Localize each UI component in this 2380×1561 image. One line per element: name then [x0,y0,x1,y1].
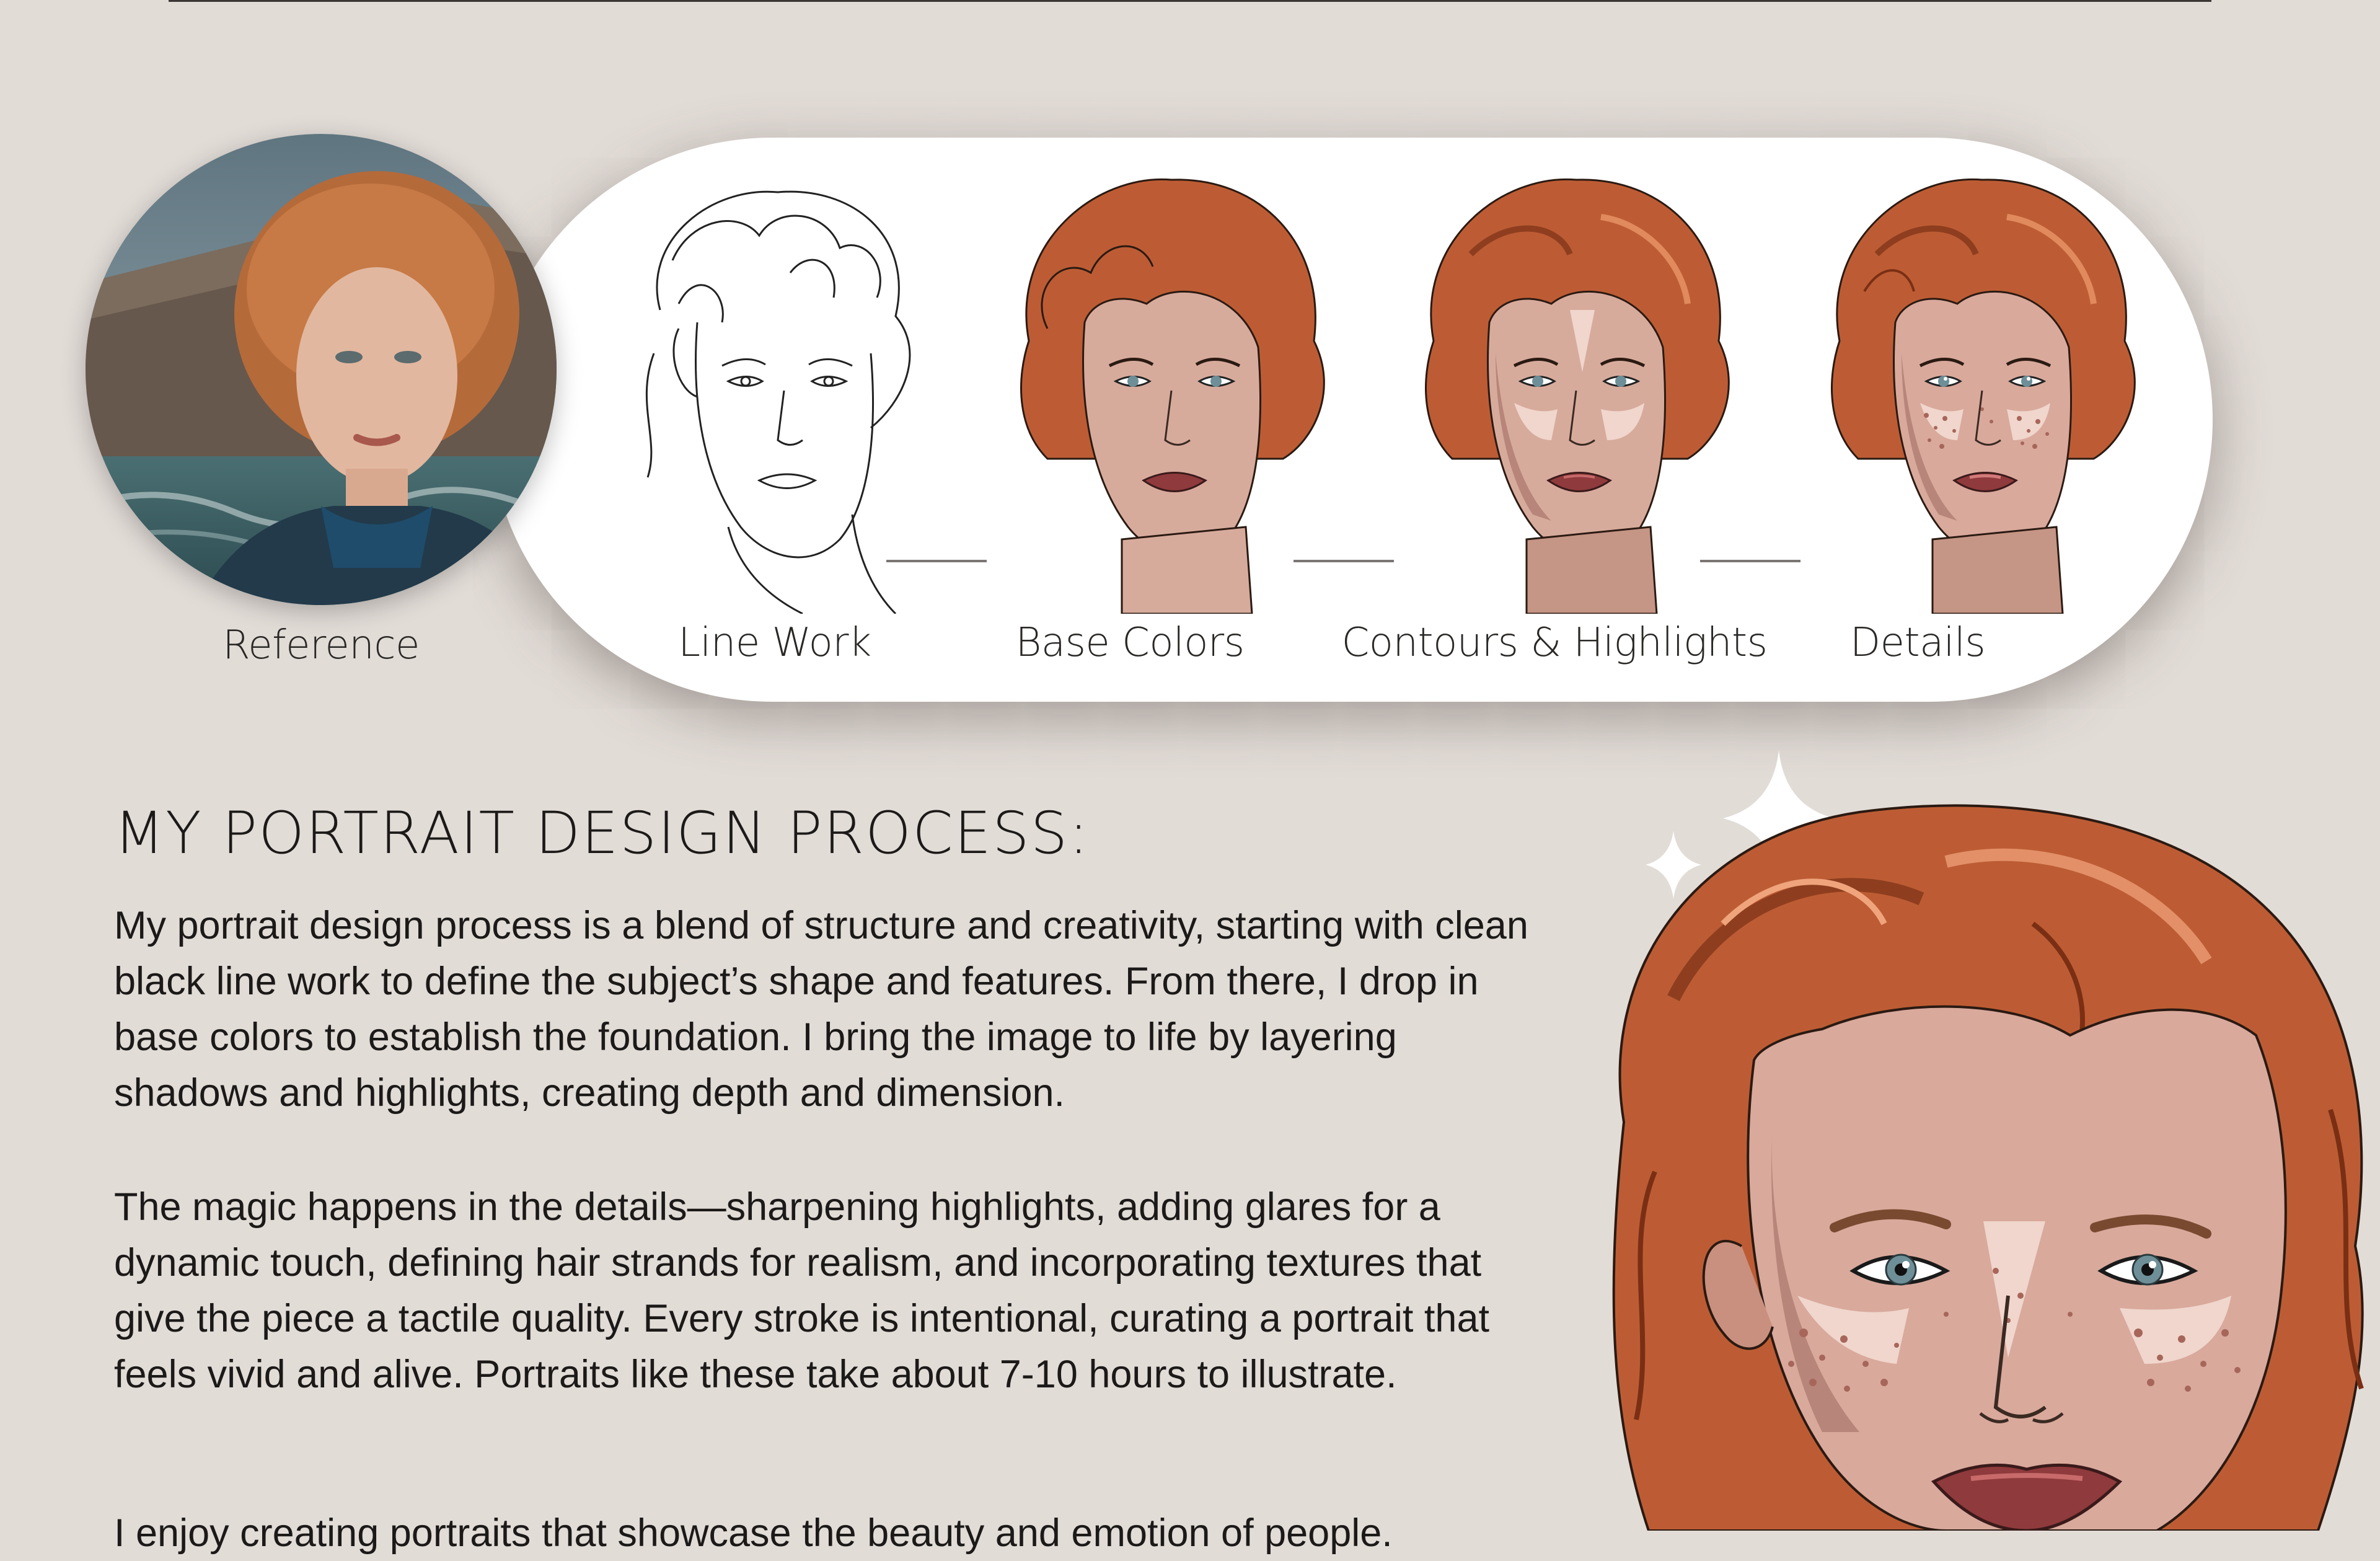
page-heading: MY PORTRAIT DESIGN PROCESS: [114,800,1090,867]
top-divider [169,0,2211,2]
featured-portrait-illustration [1612,750,2364,1531]
step-label-contours-highlights: Contours & Highlights [1341,620,1768,666]
step-label-line-work: Line Work [678,620,871,666]
paragraph-1: My portrait design process is a blend of… [114,904,1528,1115]
contours-highlights-illustration [1425,178,1730,614]
step-label-details: Details [1849,620,1986,666]
details-illustration [1831,178,2136,614]
base-colors-illustration [1020,178,1325,614]
connector-line [1700,560,1800,562]
paragraph-2: The magic happens in the details—sharpen… [114,1185,1489,1396]
reference-photo [86,134,557,605]
paragraph-3: I enjoy creating portraits that showcase… [114,1511,1393,1555]
connector-line [1294,560,1394,562]
connector-line [886,560,987,562]
step-label-reference: Reference [223,622,420,668]
step-label-base-colors: Base Colors [1015,620,1245,666]
line-work-illustration [645,190,911,614]
